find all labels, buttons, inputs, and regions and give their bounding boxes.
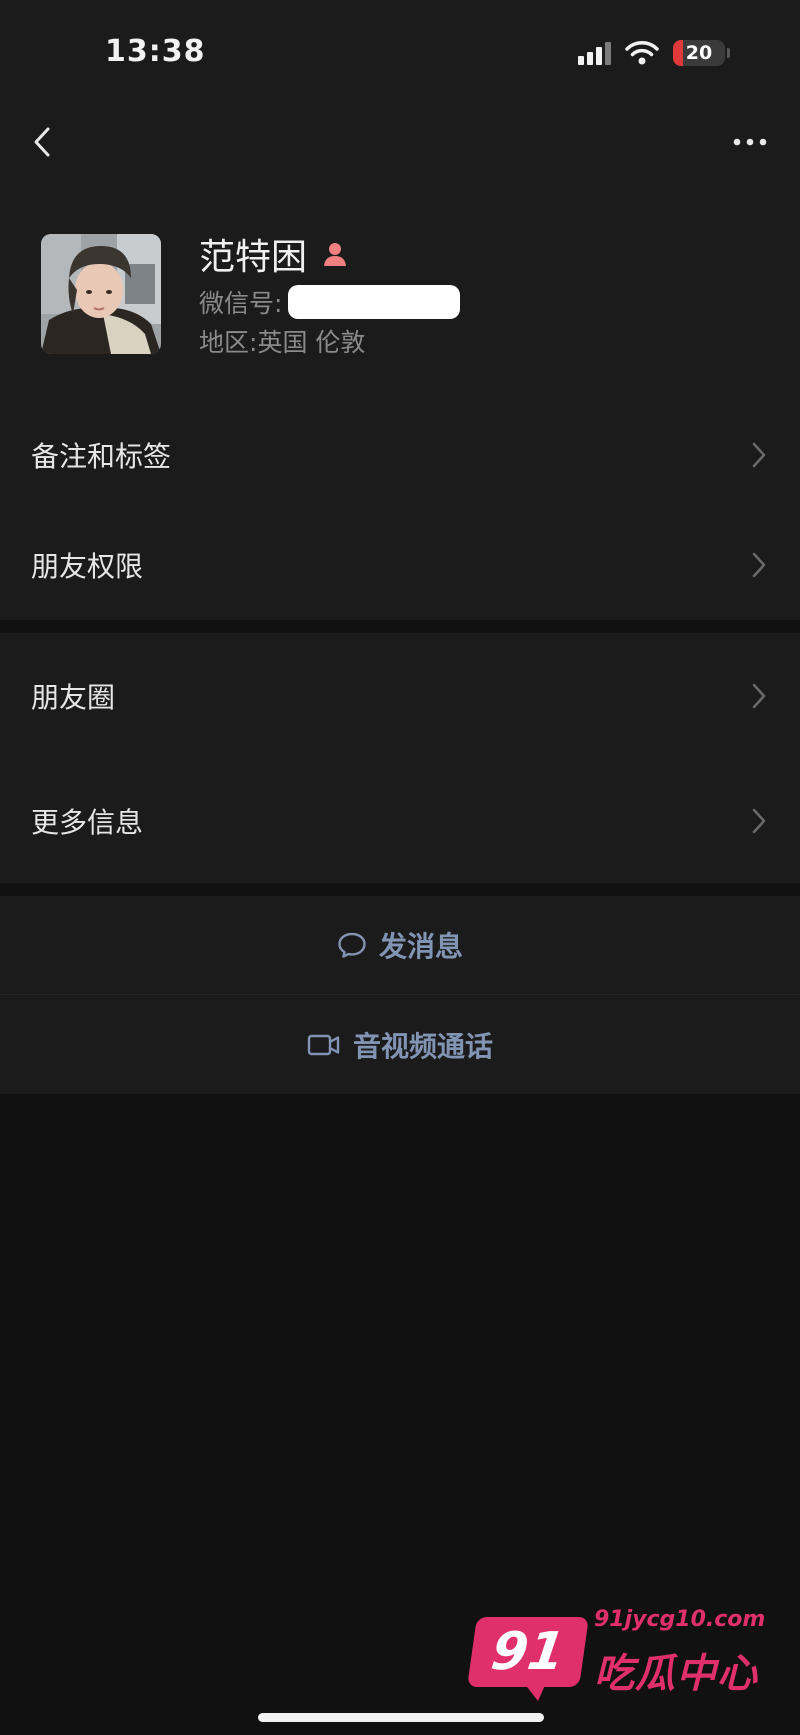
moments-label: 朋友圈 (31, 680, 116, 714)
battery-icon: 20 (673, 40, 725, 66)
avatar[interactable] (41, 234, 161, 354)
chevron-left-icon (34, 127, 50, 157)
redacted-wechat-id (288, 285, 461, 319)
profile-name: 范特困 (199, 237, 308, 278)
region-row: 地区:英国 伦敦 (199, 323, 365, 359)
back-button[interactable] (24, 124, 60, 160)
friend-permissions-item[interactable]: 朋友权限 (0, 510, 800, 620)
remarks-tags-item[interactable]: 备注和标签 (0, 400, 800, 510)
wifi-icon (625, 41, 659, 65)
settings-group: 备注和标签 朋友权限 (0, 400, 800, 620)
moments-item[interactable]: 朋友圈 (0, 633, 800, 758)
remarks-tags-label: 备注和标签 (31, 440, 172, 473)
home-indicator[interactable] (258, 1713, 544, 1722)
status-time: 13:38 (105, 34, 206, 69)
region-value: 英国 伦敦 (257, 328, 366, 357)
status-bar: 13:38 20 (0, 0, 800, 100)
more-info-label: 更多信息 (31, 805, 144, 839)
more-info-item[interactable]: 更多信息 (0, 758, 800, 883)
female-person-icon (324, 243, 347, 266)
status-icons: 20 (578, 38, 730, 68)
battery-cap (727, 48, 730, 58)
cellular-signal-icon (578, 41, 611, 65)
more-options-button[interactable] (730, 128, 770, 156)
chevron-right-icon (752, 808, 766, 833)
name-row: 范特困 (199, 228, 349, 280)
battery-level: 20 (685, 42, 713, 64)
watermark-badge-tail (524, 1683, 546, 1701)
video-camera-icon (307, 1034, 340, 1055)
profile-header: 范特困 微信号: 地区:英国 伦敦 (0, 100, 800, 400)
watermark-badge: 91 (467, 1617, 589, 1687)
watermark-number: 91 (487, 1622, 569, 1682)
wechat-id-row: 微信号: (199, 284, 461, 320)
action-buttons: 发消息 音视频通话 (0, 896, 800, 1094)
watermark-url: 91jycg10.com (594, 1607, 766, 1632)
chevron-right-icon (752, 552, 766, 578)
friend-permissions-label: 朋友权限 (31, 550, 144, 583)
av-call-label: 音视频通话 (352, 1029, 493, 1063)
chevron-right-icon (752, 442, 766, 468)
send-message-button[interactable]: 发消息 (0, 896, 800, 994)
wechat-id-label: 微信号: (199, 289, 283, 318)
chevron-right-icon (752, 683, 766, 708)
chat-bubble-icon (338, 932, 366, 958)
region-label: 地区: (199, 328, 258, 357)
watermark-title: 吃瓜中心 (594, 1651, 758, 1697)
av-call-button[interactable]: 音视频通话 (0, 995, 800, 1094)
watermark-logo: 91 91jycg10.com 吃瓜中心 (467, 1603, 772, 1703)
info-group: 朋友圈 更多信息 (0, 633, 800, 883)
send-message-label: 发消息 (378, 930, 463, 963)
more-dots-icon (733, 138, 767, 146)
